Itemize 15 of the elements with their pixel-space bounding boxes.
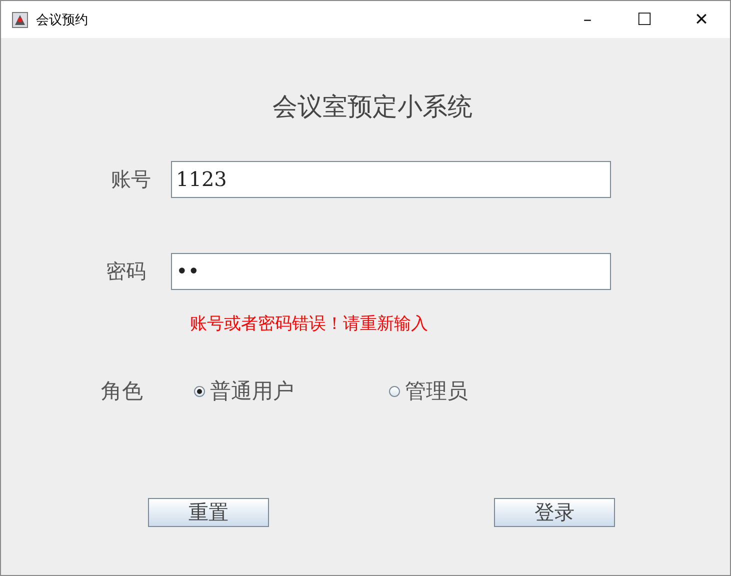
radio-label: 普通用户	[210, 378, 294, 405]
field-label: 账号	[110, 166, 152, 192]
role-label: 角色	[101, 378, 144, 405]
heading: 会议室预定小系统	[272, 91, 472, 123]
app-icon	[12, 12, 28, 28]
field-label: 密码	[105, 258, 147, 284]
login-button[interactable]: 登录	[494, 498, 615, 527]
account-field[interactable]: 1123	[171, 160, 611, 198]
radio-button[interactable]	[389, 386, 400, 396]
window-title: 会议预约	[36, 12, 88, 28]
reset-button[interactable]: 重置	[148, 498, 269, 527]
error-message: 账号或者密码错误！请重新输入	[190, 313, 429, 336]
radio-label: 管理员	[405, 378, 468, 405]
password-field[interactable]: ••	[171, 252, 611, 290]
radio-button[interactable]	[194, 386, 205, 396]
